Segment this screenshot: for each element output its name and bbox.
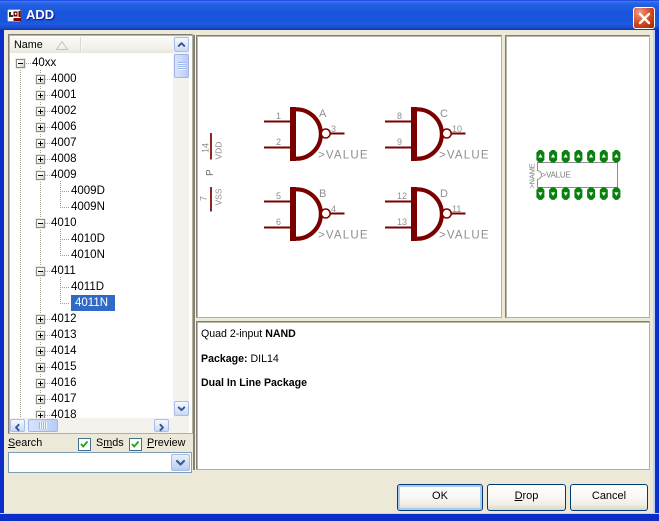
svg-text:A: A [319,108,327,120]
svg-text:10: 10 [452,124,462,134]
svg-text:6: 6 [276,217,281,227]
svg-text:B: B [319,188,326,200]
svg-text:9: 9 [397,137,402,147]
svg-text:5: 5 [276,191,281,201]
svg-text:>NAME: >NAME [528,163,537,188]
svg-text:P: P [205,169,216,176]
svg-text:12: 12 [397,191,407,201]
svg-text:C: C [440,108,448,120]
svg-text:>VALUE: >VALUE [439,230,490,242]
svg-text:>VALUE: >VALUE [318,230,369,242]
svg-text:VDD: VDD [214,142,224,160]
svg-text:>VALUE: >VALUE [542,170,571,179]
svg-text:VSS: VSS [214,188,224,205]
svg-text:13: 13 [397,217,407,227]
svg-text:4: 4 [331,204,336,214]
svg-text:11: 11 [452,204,461,214]
svg-text:3: 3 [331,124,336,134]
svg-text:D: D [440,188,448,200]
svg-text:14: 14 [201,143,211,153]
svg-text:7: 7 [199,196,209,201]
svg-text:8: 8 [397,111,402,121]
svg-text:2: 2 [276,137,281,147]
svg-text:>VALUE: >VALUE [439,150,490,162]
svg-text:1: 1 [276,111,281,121]
svg-text:>VALUE: >VALUE [318,150,369,162]
